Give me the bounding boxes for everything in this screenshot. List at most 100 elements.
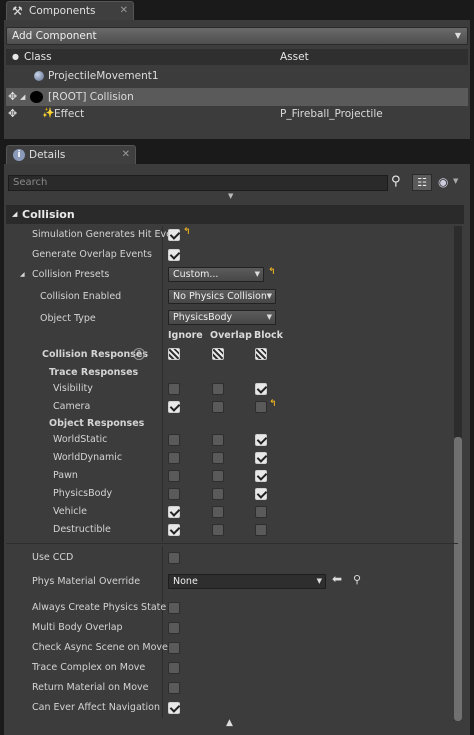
block-checkbox[interactable] bbox=[255, 452, 267, 464]
ignore-checkbox[interactable] bbox=[168, 434, 180, 446]
prop-label: Trace Complex on Move bbox=[32, 662, 146, 673]
close-icon[interactable]: ✕ bbox=[122, 146, 130, 164]
ignore-checkbox[interactable] bbox=[168, 401, 180, 413]
prop-trace-complex-row: Trace Complex on Move bbox=[6, 658, 458, 677]
reset-arrow-icon[interactable]: ↰ bbox=[269, 399, 277, 409]
prop-return-material-row: Return Material on Move bbox=[6, 678, 458, 697]
multi-body-overlap-checkbox[interactable] bbox=[168, 622, 180, 634]
prop-affect-navigation-row: Can Ever Affect Navigation bbox=[6, 698, 458, 717]
tab-details-label: Details bbox=[29, 149, 66, 161]
collapse-arrow-icon[interactable]: ◢ bbox=[20, 88, 25, 106]
ignore-checkbox[interactable] bbox=[168, 488, 180, 500]
block-checkbox[interactable] bbox=[255, 488, 267, 500]
expand-arrow-icon[interactable]: ◢ bbox=[20, 271, 25, 278]
add-component-button[interactable]: Add Component ▼ bbox=[6, 27, 468, 45]
prop-label: Multi Body Overlap bbox=[32, 622, 123, 633]
object-type-dropdown[interactable]: PhysicsBody ▼ bbox=[168, 310, 276, 325]
chevron-down-icon[interactable]: ▼ bbox=[453, 177, 458, 185]
block-checkbox[interactable] bbox=[255, 506, 267, 518]
overlap-checkbox[interactable] bbox=[212, 401, 224, 413]
response-row-destructible: Destructible bbox=[6, 520, 458, 539]
always-create-physics-checkbox[interactable] bbox=[168, 602, 180, 614]
components-header: ● Class Asset bbox=[6, 49, 468, 65]
use-selected-arrow-icon[interactable]: ⬅ bbox=[332, 572, 342, 586]
block-checkbox[interactable] bbox=[255, 434, 267, 446]
move-icon[interactable]: ✥ bbox=[8, 105, 17, 123]
ignore-checkbox[interactable] bbox=[168, 506, 180, 518]
prop-multi-body-row: Multi Body Overlap bbox=[6, 618, 458, 637]
phys-material-dropdown[interactable]: None ▼ bbox=[168, 574, 326, 589]
info-icon: i bbox=[13, 149, 25, 161]
browse-search-icon[interactable]: ⚲ bbox=[353, 573, 361, 586]
use-ccd-checkbox[interactable] bbox=[168, 552, 180, 564]
overlap-checkbox[interactable] bbox=[212, 383, 224, 395]
response-label: PhysicsBody bbox=[53, 488, 113, 499]
response-label: Visibility bbox=[53, 383, 93, 394]
column-ignore: Ignore bbox=[168, 330, 203, 341]
ignore-checkbox[interactable] bbox=[168, 452, 180, 464]
prop-label: Collision Enabled bbox=[40, 291, 122, 302]
reset-arrow-icon[interactable]: ↰ bbox=[268, 267, 276, 277]
tab-details[interactable]: i Details ✕ bbox=[6, 145, 136, 164]
collision-enabled-dropdown[interactable]: No Physics Collision ▼ bbox=[168, 289, 276, 304]
prop-phys-material-row: Phys Material Override None ▼ ⬅ ⚲ bbox=[6, 572, 458, 591]
overlap-all-checkbox[interactable] bbox=[212, 348, 224, 360]
overlap-checkbox[interactable] bbox=[212, 488, 224, 500]
ignore-all-checkbox[interactable] bbox=[168, 348, 180, 360]
tree-item-projectile-movement[interactable]: ProjectileMovement1 bbox=[6, 67, 468, 85]
overlap-checkbox[interactable] bbox=[212, 506, 224, 518]
close-icon[interactable]: ✕ bbox=[120, 2, 128, 20]
block-checkbox[interactable] bbox=[255, 524, 267, 536]
tree-item-effect[interactable]: ✥ ✨ Effect P_Fireball_Projectile bbox=[6, 105, 468, 123]
prop-object-type-row: Object Type PhysicsBody ▼ bbox=[6, 309, 458, 328]
affect-navigation-checkbox[interactable] bbox=[168, 702, 180, 714]
response-row-vehicle: Vehicle bbox=[6, 502, 458, 521]
prop-label: Collision Presets bbox=[32, 269, 110, 280]
overlap-checkbox[interactable] bbox=[212, 470, 224, 482]
search-icon[interactable]: ⚲ bbox=[391, 174, 407, 190]
eye-icon[interactable]: ◉ bbox=[438, 175, 448, 189]
move-icon[interactable]: ✥ bbox=[8, 88, 17, 106]
block-all-checkbox[interactable] bbox=[255, 348, 267, 360]
sim-hit-checkbox[interactable] bbox=[168, 229, 180, 241]
column-asset[interactable]: Asset bbox=[280, 49, 309, 65]
collision-category[interactable]: ◢ Collision bbox=[6, 205, 464, 224]
response-label: Pawn bbox=[53, 470, 78, 481]
collision-presets-dropdown[interactable]: Custom... ▼ bbox=[168, 267, 264, 282]
response-row-pawn: Pawn bbox=[6, 466, 458, 485]
check-async-checkbox[interactable] bbox=[168, 642, 180, 654]
prop-label: Return Material on Move bbox=[32, 682, 149, 693]
overlap-events-checkbox[interactable] bbox=[168, 249, 180, 261]
expand-arrow-icon: ◢ bbox=[12, 210, 18, 218]
ignore-checkbox[interactable] bbox=[168, 524, 180, 536]
property-matrix-icon[interactable]: ☷ bbox=[412, 174, 432, 191]
prop-label: Use CCD bbox=[32, 552, 74, 563]
column-block: Block bbox=[254, 330, 283, 341]
response-column-headers: Ignore Overlap Block bbox=[6, 330, 458, 344]
ignore-checkbox[interactable] bbox=[168, 470, 180, 482]
tab-components[interactable]: ⚒ Components ✕ bbox=[6, 1, 134, 20]
overlap-checkbox[interactable] bbox=[212, 524, 224, 536]
tree-item-label: ProjectileMovement1 bbox=[48, 70, 159, 82]
tab-components-label: Components bbox=[29, 5, 96, 17]
block-checkbox[interactable] bbox=[255, 383, 267, 395]
ignore-checkbox[interactable] bbox=[168, 383, 180, 395]
reset-arrow-icon[interactable]: ↰ bbox=[183, 227, 191, 237]
return-material-checkbox[interactable] bbox=[168, 682, 180, 694]
prop-label: Can Ever Affect Navigation bbox=[32, 702, 160, 713]
search-input[interactable]: Search bbox=[8, 175, 388, 191]
tree-item-root-collision[interactable]: ✥ ◢ [ROOT] Collision bbox=[6, 88, 468, 106]
prop-enabled-row: Collision Enabled No Physics Collision ▼ bbox=[6, 287, 458, 306]
help-icon[interactable]: ? bbox=[133, 348, 145, 360]
combo-value: PhysicsBody bbox=[173, 312, 233, 323]
overlap-checkbox[interactable] bbox=[212, 434, 224, 446]
block-checkbox[interactable] bbox=[255, 401, 267, 413]
chevron-down-icon: ▼ bbox=[266, 313, 272, 321]
prop-label: Simulation Generates Hit Ever bbox=[32, 229, 176, 240]
collision-sphere-icon bbox=[30, 91, 43, 103]
block-checkbox[interactable] bbox=[255, 470, 267, 482]
response-label: WorldStatic bbox=[53, 434, 108, 445]
column-class[interactable]: Class bbox=[24, 49, 52, 65]
overlap-checkbox[interactable] bbox=[212, 452, 224, 464]
trace-complex-checkbox[interactable] bbox=[168, 662, 180, 674]
